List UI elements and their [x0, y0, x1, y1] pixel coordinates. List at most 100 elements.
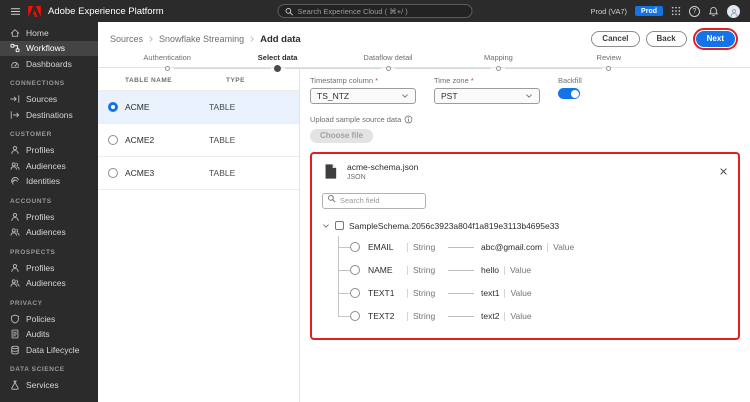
- radio-selected[interactable]: [108, 102, 118, 112]
- sidebar-item-accounts-profiles[interactable]: Profiles: [0, 209, 98, 225]
- chevron-down-icon: [526, 94, 532, 98]
- person-icon: [11, 146, 19, 155]
- sources-icon: [10, 95, 20, 104]
- app-title: Adobe Experience Platform: [48, 5, 164, 17]
- backfill-label: Backfill: [558, 76, 582, 85]
- breadcrumb-sources[interactable]: Sources: [110, 34, 143, 44]
- timezone-field: Time zone * PST: [434, 76, 540, 104]
- sidebar-item-label: Profiles: [26, 211, 55, 222]
- annotation-highlight-preview: acme-schema.json JSON SampleSchema.2056c…: [310, 152, 740, 340]
- close-icon[interactable]: [719, 167, 728, 176]
- sidebar-section-accounts: ACCOUNTS: [10, 197, 52, 205]
- notifications-bell-icon[interactable]: [708, 6, 719, 17]
- sidebar-item-label: Dashboards: [26, 58, 72, 69]
- sidebar-item-audits[interactable]: Audits: [0, 327, 98, 343]
- choose-file-button[interactable]: Choose file: [310, 129, 374, 143]
- sidebar-item-label: Home: [26, 27, 49, 38]
- left-nav: Home Workflows Dashboards CONNECTIONS So…: [0, 22, 98, 402]
- sidebar-section-customer: CUSTOMER: [10, 131, 52, 139]
- sidebar-item-label: Policies: [26, 313, 56, 324]
- global-search[interactable]: [277, 4, 473, 18]
- sidebar-item-destinations[interactable]: Destinations: [0, 107, 98, 123]
- sidebar-item-label: Destinations: [26, 109, 73, 120]
- search-icon: [285, 7, 293, 15]
- table-row-acme2[interactable]: ACME2 TABLE: [98, 124, 299, 157]
- field-radio[interactable]: [350, 242, 360, 252]
- json-file-icon: [325, 164, 337, 179]
- sidebar-item-prospects-audiences[interactable]: Audiences: [0, 276, 98, 292]
- field-radio[interactable]: [350, 288, 360, 298]
- sidebar-item-customer-profiles[interactable]: Profiles: [0, 143, 98, 159]
- collapse-chevron-icon[interactable]: [322, 222, 330, 230]
- sidebar-item-services[interactable]: Services: [0, 378, 98, 394]
- field-search-input[interactable]: [322, 192, 426, 209]
- step-select-data[interactable]: Select data: [222, 53, 334, 72]
- info-icon[interactable]: [404, 115, 413, 124]
- clipboard-icon: [11, 329, 19, 339]
- timezone-label: Time zone: [434, 76, 469, 85]
- field-search[interactable]: [322, 190, 426, 209]
- step-dot: [274, 65, 282, 72]
- sidebar-item-identities[interactable]: Identities: [0, 174, 98, 190]
- radio-unselected[interactable]: [108, 135, 118, 145]
- schema-root-checkbox[interactable]: [335, 221, 344, 230]
- radio-unselected[interactable]: [108, 168, 118, 178]
- breadcrumb: Sources Snowflake Streaming Add data: [110, 34, 301, 45]
- backfill-toggle[interactable]: [558, 88, 580, 99]
- sidebar-item-accounts-audiences[interactable]: Audiences: [0, 225, 98, 241]
- person-icon: [11, 212, 19, 221]
- sidebar-item-label: Services: [26, 380, 59, 391]
- sidebar-section-connections: CONNECTIONS: [10, 80, 65, 88]
- help-icon[interactable]: [689, 5, 700, 17]
- sidebar-item-label: Profiles: [26, 262, 55, 273]
- table-row-acme[interactable]: ACME TABLE: [98, 91, 299, 124]
- step-dot: [164, 66, 170, 71]
- sidebar-item-sources[interactable]: Sources: [0, 92, 98, 108]
- user-avatar[interactable]: [727, 4, 740, 18]
- step-mapping[interactable]: Mapping: [443, 53, 555, 72]
- environment-label: Prod (VA7): [590, 6, 628, 16]
- hamburger-menu-icon[interactable]: [10, 6, 21, 17]
- workflows-icon: [10, 44, 20, 53]
- column-header-table-name: TABLE NAME: [125, 77, 173, 84]
- field-radio[interactable]: [350, 265, 360, 275]
- table-row-acme3[interactable]: ACME3 TABLE: [98, 157, 299, 190]
- breadcrumb-snowflake-streaming[interactable]: Snowflake Streaming: [159, 34, 244, 44]
- schema-field-row-email: EMAIL String abc@gmail.com Value: [338, 236, 728, 259]
- sidebar-item-label: Sources: [26, 94, 58, 105]
- global-search-input[interactable]: [297, 6, 466, 16]
- next-button[interactable]: Next: [695, 31, 735, 47]
- people-icon: [10, 228, 20, 237]
- detail-panel: Timestamp column * TS_NTZ Time zone * PST …: [300, 68, 750, 402]
- cancel-button[interactable]: Cancel: [591, 31, 640, 47]
- step-review[interactable]: Review: [553, 53, 664, 72]
- identity-icon: [11, 177, 19, 185]
- timezone-select[interactable]: PST: [434, 88, 540, 104]
- adobe-logo: [28, 5, 41, 17]
- sidebar-item-policies[interactable]: Policies: [0, 311, 98, 327]
- sidebar-item-label: Audiences: [26, 227, 66, 238]
- back-button[interactable]: Back: [645, 31, 687, 47]
- schema-tree: SampleSchema.2056c3923a804f1a819e3113b46…: [322, 218, 728, 328]
- sidebar-item-workflows[interactable]: Workflows: [0, 40, 98, 56]
- uploaded-file-type: JSON: [347, 174, 366, 181]
- step-authentication[interactable]: Authentication: [112, 53, 223, 72]
- avatar-person-icon: [729, 8, 738, 17]
- timestamp-column-select[interactable]: TS_NTZ: [310, 88, 416, 104]
- sidebar-item-data-lifecycle[interactable]: Data Lifecycle: [0, 342, 98, 358]
- sidebar-section-data-science: DATA SCIENCE: [10, 366, 65, 374]
- sidebar-section-prospects: PROSPECTS: [10, 248, 56, 256]
- step-dataflow-detail[interactable]: Dataflow detail: [332, 53, 444, 72]
- beaker-icon: [11, 380, 19, 390]
- sidebar-item-dashboards[interactable]: Dashboards: [0, 56, 98, 72]
- toggle-knob: [570, 89, 579, 98]
- environment-badge[interactable]: Prod: [635, 6, 663, 16]
- database-icon: [11, 345, 19, 355]
- app-switcher-icon[interactable]: [671, 6, 681, 16]
- upload-sample-label: Upload sample source data: [310, 115, 402, 124]
- column-header-type: TYPE: [226, 77, 245, 84]
- sidebar-item-prospects-profiles[interactable]: Profiles: [0, 260, 98, 276]
- sidebar-item-home[interactable]: Home: [0, 25, 98, 41]
- field-radio[interactable]: [350, 311, 360, 321]
- sidebar-item-customer-audiences[interactable]: Audiences: [0, 158, 98, 174]
